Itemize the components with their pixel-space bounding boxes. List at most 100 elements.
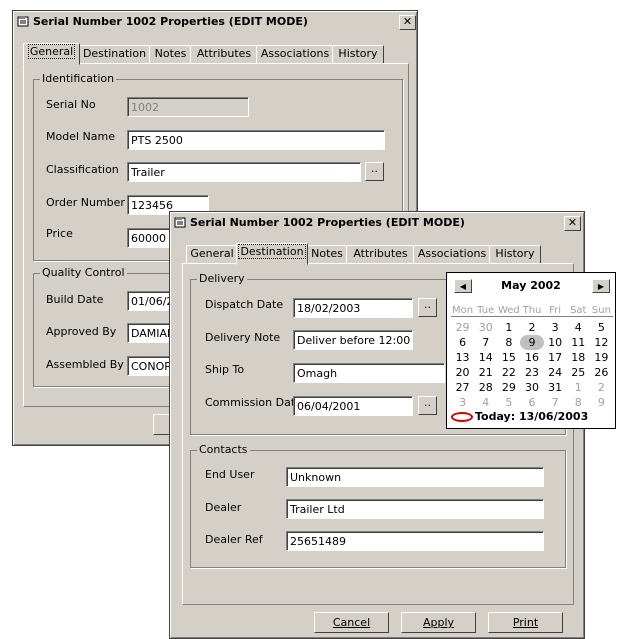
weekday-label: Wed	[497, 305, 520, 316]
dispatch-date-picker-button[interactable]: ..	[418, 298, 437, 317]
calendar-day[interactable]: 27	[451, 380, 474, 395]
calendar-next-month-button[interactable]: ▶	[592, 279, 610, 293]
front-tab-destination[interactable]: Destination	[236, 243, 308, 265]
calendar-day[interactable]: 6	[451, 335, 474, 350]
calendar-day[interactable]: 11	[567, 335, 590, 350]
model-name-field[interactable]: PTS 2500	[127, 130, 385, 150]
delivery-note-field[interactable]: Deliver before 12:00	[293, 330, 413, 350]
approved-by-label: Approved By	[46, 325, 117, 338]
front-tab-general[interactable]: General	[186, 245, 238, 264]
calendar-day[interactable]: 21	[474, 365, 497, 380]
front-tab-history[interactable]: History	[489, 245, 541, 264]
ship-to-field[interactable]: Omagh	[293, 363, 445, 383]
classification-browse-button[interactable]: ..	[365, 162, 384, 181]
identification-legend: Identification	[40, 72, 117, 86]
calendar-day[interactable]: 31	[544, 380, 567, 395]
dealer-ref-field[interactable]: 25651489	[286, 531, 544, 551]
contacts-legend: Contacts	[197, 443, 250, 457]
calendar-day[interactable]: 3	[451, 395, 474, 410]
front-tab-attributes[interactable]: Attributes	[346, 245, 415, 264]
calendar-day[interactable]: 8	[567, 395, 590, 410]
dispatch-date-label: Dispatch Date	[205, 298, 284, 311]
calendar-day[interactable]: 12	[590, 335, 613, 350]
front-tab-associations[interactable]: Associations	[413, 245, 491, 264]
apply-button[interactable]: Apply	[401, 612, 476, 633]
calendar-day[interactable]: 25	[567, 365, 590, 380]
print-button[interactable]: Print	[488, 612, 563, 633]
calendar-day[interactable]: 26	[590, 365, 613, 380]
calendar-day[interactable]: 13	[451, 350, 474, 365]
calendar-day[interactable]: 29	[497, 380, 520, 395]
back-tab-associations[interactable]: Associations	[256, 45, 334, 64]
calendar-day[interactable]: 2	[590, 380, 613, 395]
back-tab-general[interactable]: General	[23, 43, 80, 65]
front-tab-strip: General Destination Notes Attributes Ass…	[186, 243, 566, 265]
calendar-day[interactable]: 24	[544, 365, 567, 380]
calendar-day[interactable]: 30	[520, 380, 543, 395]
dealer-field[interactable]: Trailer Ltd	[286, 499, 544, 519]
calendar-day[interactable]: 9	[590, 395, 613, 410]
classification-field[interactable]: Trailer	[127, 162, 361, 182]
today-ring-icon	[451, 412, 473, 422]
calendar-day[interactable]: 7	[474, 335, 497, 350]
calendar-day[interactable]: 4	[567, 320, 590, 335]
back-tab-notes[interactable]: Notes	[149, 45, 192, 64]
calendar-day[interactable]: 18	[567, 350, 590, 365]
calendar-day[interactable]: 28	[474, 380, 497, 395]
calendar-day[interactable]: 3	[544, 320, 567, 335]
calendar-day[interactable]: 19	[590, 350, 613, 365]
calendar-day[interactable]: 6	[520, 395, 543, 410]
calendar-day[interactable]: 2	[520, 320, 543, 335]
calendar-prev-month-button[interactable]: ◀	[454, 279, 472, 293]
front-tab-notes[interactable]: Notes	[306, 245, 348, 264]
calendar-day[interactable]: 30	[474, 320, 497, 335]
calendar-day[interactable]: 20	[451, 365, 474, 380]
calendar-day[interactable]: 22	[497, 365, 520, 380]
close-icon: ✕	[402, 15, 413, 28]
cancel-button[interactable]: Cancel	[314, 612, 389, 633]
back-close-button[interactable]: ✕	[399, 15, 416, 30]
weekday-label: Tue	[477, 305, 495, 316]
end-user-field[interactable]: Unknown	[286, 467, 544, 487]
end-user-label: End User	[205, 468, 255, 481]
calendar-day[interactable]: 4	[474, 395, 497, 410]
delivery-legend: Delivery	[197, 272, 247, 286]
dealer-label: Dealer	[205, 501, 242, 514]
price-label: Price	[46, 227, 73, 240]
back-title-bar[interactable]: Serial Number 1002 Properties (EDIT MODE…	[15, 13, 416, 31]
calendar-day[interactable]: 23	[520, 365, 543, 380]
front-window-title: Serial Number 1002 Properties (EDIT MODE…	[190, 216, 465, 229]
calendar-day[interactable]: 14	[474, 350, 497, 365]
close-icon: ✕	[567, 216, 578, 229]
build-date-label: Build Date	[46, 293, 104, 306]
dealer-ref-label: Dealer Ref	[205, 533, 263, 546]
calendar-day[interactable]: 15	[497, 350, 520, 365]
calendar-day[interactable]: 16	[520, 350, 543, 365]
calendar-day[interactable]: 8	[497, 335, 520, 350]
calendar-day[interactable]: 7	[544, 395, 567, 410]
front-title-bar[interactable]: Serial Number 1002 Properties (EDIT MODE…	[172, 214, 582, 232]
calendar-day[interactable]: 29	[451, 320, 474, 335]
calendar-day[interactable]: 9	[520, 335, 544, 350]
calendar-day[interactable]: 5	[590, 320, 613, 335]
back-tab-history[interactable]: History	[332, 45, 384, 64]
calendar-today-link[interactable]: Today: 13/06/2003	[451, 410, 588, 423]
calendar-day[interactable]: 17	[544, 350, 567, 365]
back-tab-destination[interactable]: Destination	[78, 45, 151, 64]
quality-control-legend: Quality Control	[40, 266, 127, 280]
commission-date-field[interactable]: 06/04/2001	[293, 396, 413, 416]
weekday-label: Fri	[549, 305, 562, 316]
back-tab-strip: General Destination Notes Attributes Ass…	[23, 43, 403, 65]
commission-date-picker-button[interactable]: ..	[418, 396, 437, 415]
calendar-day[interactable]: 1	[567, 380, 590, 395]
calendar-month-label: May 2002	[501, 279, 561, 292]
calendar-day[interactable]: 10	[544, 335, 567, 350]
calendar-weekday-header: Mon Tue Wed Thu Fri Sat Sun	[451, 305, 613, 317]
back-tab-attributes[interactable]: Attributes	[190, 45, 258, 64]
front-close-button[interactable]: ✕	[564, 216, 581, 231]
dispatch-date-field[interactable]: 18/02/2003	[293, 298, 413, 318]
commission-date-label: Commission Date	[205, 396, 302, 409]
calendar-day[interactable]: 5	[497, 395, 520, 410]
serial-no-label: Serial No	[46, 98, 96, 111]
calendar-day[interactable]: 1	[497, 320, 520, 335]
